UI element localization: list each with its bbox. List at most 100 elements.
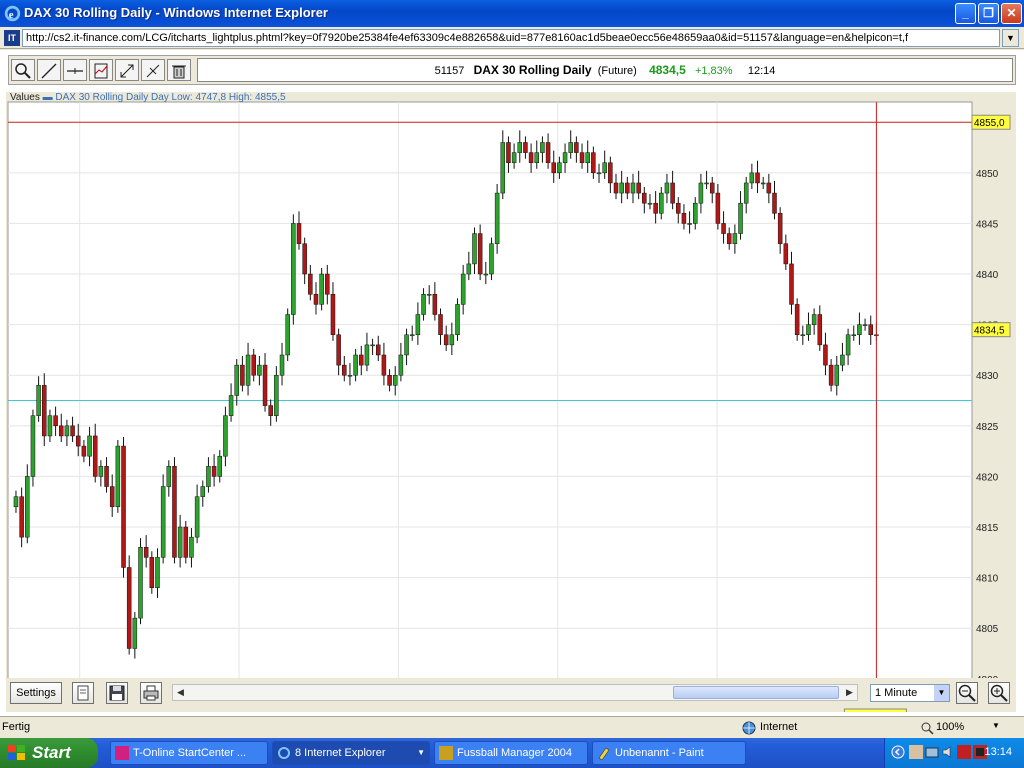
candle-body <box>545 142 551 163</box>
scroll-right-button[interactable]: ▶ <box>842 685 857 700</box>
candle-body <box>625 182 630 194</box>
candle-body <box>438 314 443 336</box>
candle-body <box>223 415 228 457</box>
crosshair-icon <box>146 64 160 78</box>
y-tick-label: 4820 <box>976 472 999 483</box>
candle-body <box>217 455 223 477</box>
candle-body <box>47 415 53 437</box>
zoom-out-button[interactable] <box>956 682 978 704</box>
print-preview-button[interactable] <box>72 682 94 704</box>
candle-body <box>64 425 70 437</box>
candle-body <box>177 526 183 558</box>
horizontal-line-tool-button[interactable] <box>63 59 87 81</box>
y-tick-label: 4825 <box>976 422 999 433</box>
tray-app-icon[interactable] <box>909 745 923 759</box>
candle-body <box>693 202 698 224</box>
tray-arrow-icon[interactable] <box>891 745 905 759</box>
fullscreen-tool-button[interactable] <box>115 59 139 81</box>
chart-area[interactable]: 4800480548104815482048254830483548404845… <box>6 92 1016 712</box>
candle-body <box>325 273 330 295</box>
zoom-dropdown-icon[interactable]: ▼ <box>992 721 1000 730</box>
candle-body <box>789 263 794 305</box>
candle-body <box>381 354 387 376</box>
candle-body <box>81 445 87 457</box>
candle-body <box>308 273 313 295</box>
candle-body <box>155 557 160 588</box>
taskbar-item-fussball-manager[interactable]: Fussball Manager 2004 <box>434 741 588 765</box>
zoom-tool-button[interactable] <box>11 59 35 81</box>
candle-body <box>279 354 285 376</box>
candle-body <box>698 182 704 204</box>
horizontal-line-icon <box>67 68 83 74</box>
candle-body <box>251 354 256 376</box>
candle-body <box>772 192 777 214</box>
candle-body <box>659 192 664 214</box>
instrument-info: 51157 DAX 30 Rolling Daily (Future) 4834… <box>197 58 1013 82</box>
candle <box>121 436 126 578</box>
candle-body <box>664 182 670 194</box>
interval-select[interactable]: 1 Minute ▼ <box>870 684 950 702</box>
y-tick-label: 4805 <box>976 624 999 635</box>
delete-tool-button[interactable] <box>167 59 191 81</box>
candle <box>126 555 132 655</box>
candle-body <box>511 152 517 163</box>
taskbar-item-paint[interactable]: Unbenannt - Paint <box>592 741 746 765</box>
taskbar-item-internet-explorer[interactable]: 8 Internet Explorer ▼ <box>272 741 430 765</box>
candle-body <box>755 172 760 184</box>
candle <box>115 439 121 513</box>
tray-network-icon[interactable] <box>925 745 939 759</box>
clock: 13:14 <box>984 746 1012 758</box>
candle-body <box>285 314 290 356</box>
candle-body <box>200 486 206 497</box>
tray-volume-icon[interactable] <box>941 745 955 759</box>
window-title: DAX 30 Rolling Daily - Windows Internet … <box>24 5 328 20</box>
candle <box>160 474 166 564</box>
candle-body <box>551 162 556 174</box>
candle-body <box>642 192 647 204</box>
print-button[interactable] <box>140 682 162 704</box>
candle-body <box>460 273 466 305</box>
high-price-label: 4855,0 <box>974 118 1005 129</box>
svg-text:e: e <box>9 10 14 21</box>
minimize-button[interactable]: _ <box>955 3 976 24</box>
scrollbar-thumb[interactable] <box>673 686 839 699</box>
candle-body <box>262 364 268 406</box>
trash-icon <box>172 65 186 79</box>
candle <box>149 551 155 594</box>
candle-body <box>415 314 421 336</box>
candle-body <box>653 202 658 214</box>
candle-body <box>183 526 189 558</box>
horizontal-scrollbar[interactable]: ◀ ▶ <box>172 684 858 701</box>
settings-button[interactable]: Settings <box>10 682 62 704</box>
taskbar-item-tonline[interactable]: T-Online StartCenter ... <box>110 741 268 765</box>
zoom-in-button[interactable] <box>988 682 1010 704</box>
paint-icon <box>598 747 610 760</box>
candle-body <box>359 354 364 366</box>
printer-icon <box>143 685 159 701</box>
candle-body <box>59 425 64 437</box>
url-dropdown-button[interactable]: ▼ <box>1002 29 1019 47</box>
scroll-left-button[interactable]: ◀ <box>173 685 188 700</box>
candle-body <box>92 435 98 477</box>
candle-body <box>845 334 851 356</box>
chevron-down-icon: ▼ <box>934 685 949 701</box>
maximize-button[interactable]: ❐ <box>978 3 999 24</box>
tray-security-icon[interactable] <box>957 745 971 759</box>
candle-body <box>98 466 104 477</box>
save-button[interactable] <box>106 682 128 704</box>
candle-body <box>364 344 370 366</box>
crosshair-tool-button[interactable] <box>141 59 165 81</box>
url-input[interactable]: http://cs2.it-finance.com/LCG/itcharts_l… <box>22 29 1000 47</box>
close-button[interactable]: ✕ <box>1001 3 1022 24</box>
candle-body <box>591 152 596 174</box>
zoom-level[interactable]: 100% <box>936 721 964 733</box>
document-icon <box>77 685 89 701</box>
window-titlebar[interactable]: e DAX 30 Rolling Daily - Windows Interne… <box>0 0 1024 27</box>
candle-body <box>704 182 709 185</box>
trendline-tool-button[interactable] <box>37 59 61 81</box>
price-chart[interactable]: 4800480548104815482048254830483548404845… <box>6 92 1016 712</box>
start-button[interactable]: Start <box>0 738 98 768</box>
candle-body <box>172 466 177 558</box>
indicator-tool-button[interactable] <box>89 59 113 81</box>
candle-body <box>13 496 19 508</box>
